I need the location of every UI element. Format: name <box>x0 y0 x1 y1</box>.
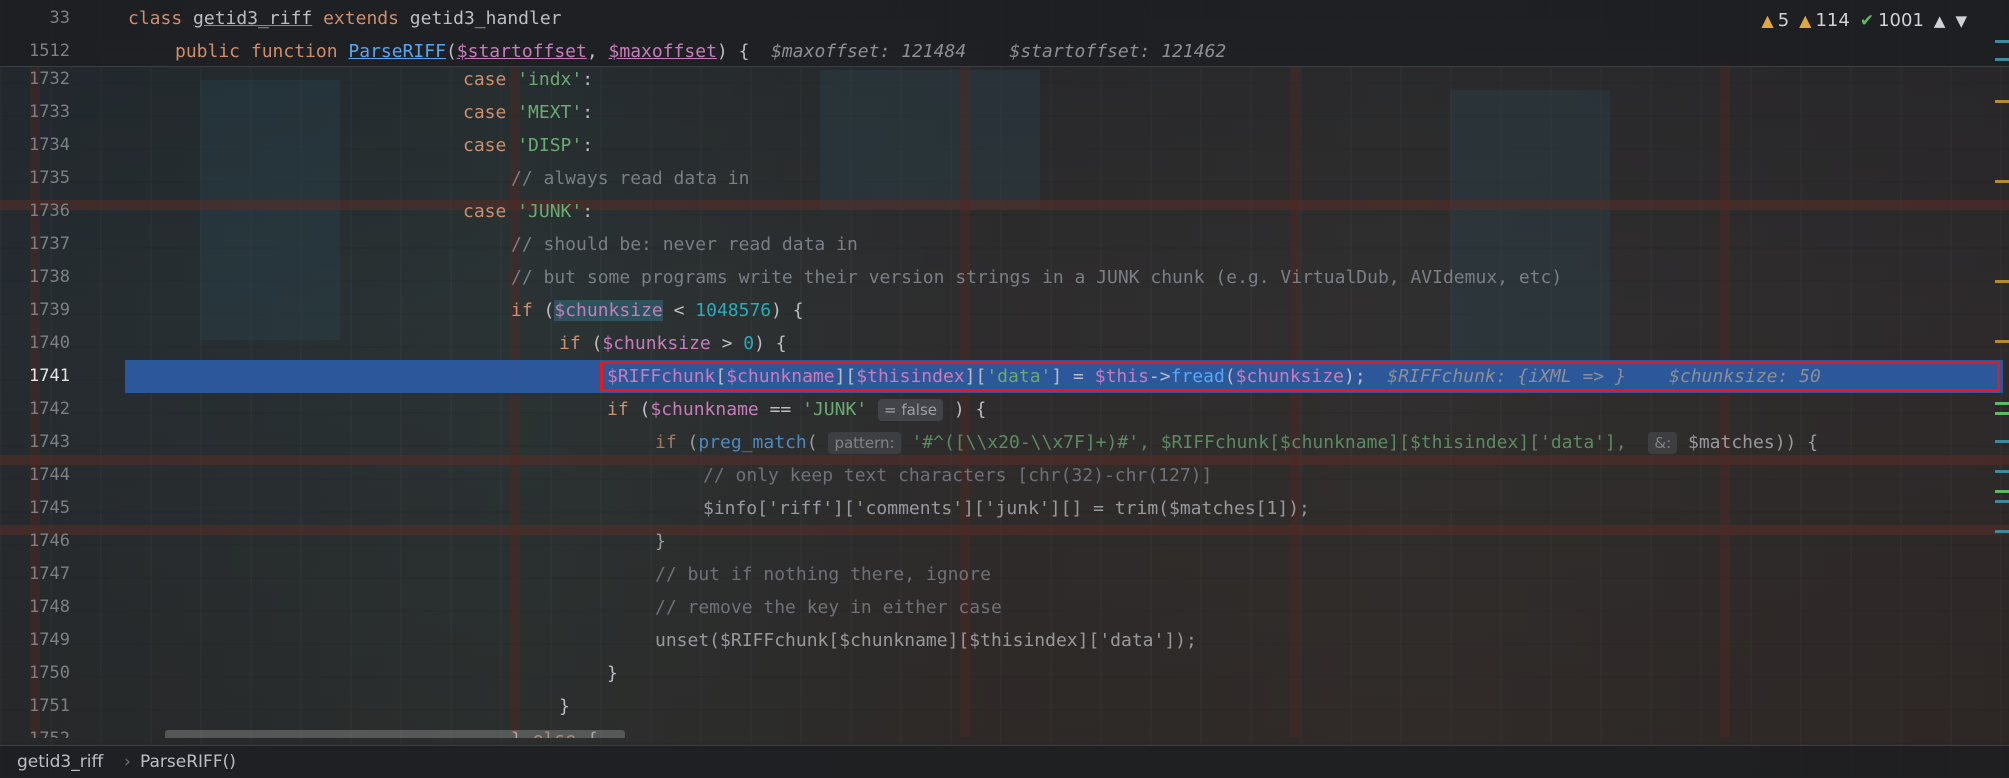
execution-point-line[interactable]: 1741 $RIFFchunk[$chunkname][$thisindex][… <box>0 360 2009 393</box>
code-line[interactable]: 1739 if ($chunksize < 1048576) { <box>0 294 2009 327</box>
error-count[interactable]: ▲ 5 <box>1761 10 1789 31</box>
ok-count[interactable]: ✔ 1001 <box>1860 10 1924 31</box>
line-number: 1742 <box>29 399 70 419</box>
next-highlight-icon[interactable]: ▼ <box>1955 12 1967 30</box>
warning-icon: ▲ <box>1799 11 1812 30</box>
code-comment: // remove the key in either case <box>655 597 1002 618</box>
code-line[interactable]: 1738 // but some programs write their ve… <box>0 261 2009 294</box>
line-number: 1744 <box>29 465 70 485</box>
code-line[interactable]: 1746 } <box>0 525 2009 558</box>
line-number: 1748 <box>29 597 70 617</box>
line-number: 1746 <box>29 531 70 551</box>
line-number: 1743 <box>29 432 70 452</box>
sticky-line-method[interactable]: 1512 public function ParseRIFF($startoff… <box>0 35 2009 68</box>
code-text: if ($chunkname == 'JUNK' = false ) { <box>607 399 987 421</box>
code-arguments: '#^([\\x20-\\x7F]+)#', $RIFFchunk[$chunk… <box>911 432 1627 453</box>
line-number: 1736 <box>29 201 70 221</box>
parameter-hint: &: <box>1648 432 1678 454</box>
line-number: 1512 <box>29 41 70 61</box>
warning-count[interactable]: ▲ 114 <box>1799 10 1850 31</box>
method-declaration: public function ParseRIFF($startoffset, … <box>175 41 1227 62</box>
code-text: if ($chunksize < 1048576) { <box>511 300 804 321</box>
line-number: 1749 <box>29 630 70 650</box>
code-line[interactable]: 1737 // should be: never read data in <box>0 228 2009 261</box>
code-text: $info['riff']['comments']['junk'][] = tr… <box>703 498 1310 519</box>
annotation-highlight-box <box>600 361 2000 392</box>
line-number: 1747 <box>29 564 70 584</box>
sticky-line-class[interactable]: 33 class getid3_riff extends getid3_hand… <box>0 2 2009 35</box>
code-line[interactable]: 1747 // but if nothing there, ignore <box>0 558 2009 591</box>
code-line[interactable]: 1751 } <box>0 690 2009 723</box>
line-number: 1733 <box>29 102 70 122</box>
code-arguments: $matches)) { <box>1688 432 1819 453</box>
parameter-hint: pattern: <box>828 432 901 454</box>
line-number: 1738 <box>29 267 70 287</box>
code-comment: // only keep text characters [chr(32)-ch… <box>703 465 1213 486</box>
inline-value-hint: = false <box>877 399 944 421</box>
line-number: 1750 <box>29 663 70 683</box>
error-stripe[interactable] <box>1993 30 2009 550</box>
code-line[interactable]: 1735 // always read data in <box>0 162 2009 195</box>
error-icon: ▲ <box>1761 11 1774 30</box>
code-line[interactable]: 1734 case 'DISP': <box>0 129 2009 162</box>
breadcrumb: getid3_riff › ParseRIFF() <box>0 745 2009 778</box>
code-line[interactable]: 1744 // only keep text characters [chr(3… <box>0 459 2009 492</box>
line-number: 33 <box>49 8 70 28</box>
code-text: unset($RIFFchunk[$chunkname][$thisindex]… <box>655 630 1197 651</box>
code-line[interactable]: 1748 // remove the key in either case <box>0 591 2009 624</box>
inspection-widget[interactable]: ▲ 5 ▲ 114 ✔ 1001 ▲ ▼ <box>1761 10 1967 31</box>
code-line[interactable]: 1743 if (preg_match( pattern: '#^([\\x20… <box>0 426 2009 459</box>
horizontal-scrollbar[interactable] <box>165 730 625 738</box>
class-declaration: class getid3_riff extends getid3_handler <box>128 8 562 29</box>
line-number: 1741 <box>29 366 70 386</box>
line-number: 1752 <box>0 723 70 738</box>
line-number: 1745 <box>29 498 70 518</box>
previous-highlight-icon[interactable]: ▲ <box>1934 12 1946 30</box>
code-line[interactable]: 1733 case 'MEXT': <box>0 96 2009 129</box>
code-line[interactable]: 1740 if ($chunksize > 0) { <box>0 327 2009 360</box>
code-comment: // but some programs write their version… <box>511 267 1563 288</box>
code-line[interactable]: 1732 case 'indx': <box>0 66 2009 96</box>
code-line[interactable]: 1749 unset($RIFFchunk[$chunkname][$thisi… <box>0 624 2009 657</box>
code-text: } <box>655 531 666 552</box>
code-line[interactable]: 1742 if ($chunkname == 'JUNK' = false ) … <box>0 393 2009 426</box>
line-number: 1734 <box>29 135 70 155</box>
code-text: case 'MEXT': <box>463 102 594 123</box>
code-line[interactable]: 1745 $info['riff']['comments']['junk'][]… <box>0 492 2009 525</box>
line-number: 1740 <box>29 333 70 353</box>
line-number: 1737 <box>29 234 70 254</box>
line-number: 1739 <box>29 300 70 320</box>
check-icon: ✔ <box>1859 10 1875 31</box>
breadcrumb-class[interactable]: getid3_riff <box>17 746 103 778</box>
code-text: case 'indx': <box>463 69 594 90</box>
code-text: if (preg_match( pattern: '#^([\\x20-\\x7… <box>655 432 1819 454</box>
code-text: case 'DISP': <box>463 135 594 156</box>
breadcrumb-method[interactable]: ParseRIFF() <box>140 746 236 778</box>
inline-debug-values: $maxoffset: 121484 $startoffset: 121462 <box>771 41 1227 62</box>
code-text: case 'JUNK': <box>463 201 594 222</box>
line-number: 1732 <box>29 69 70 89</box>
line-number: 1751 <box>29 696 70 716</box>
code-line[interactable]: 1736 case 'JUNK': <box>0 195 2009 228</box>
code-text: } <box>607 663 618 684</box>
code-editor[interactable]: 1732 case 'indx': 1733 case 'MEXT': 1734… <box>0 66 2009 738</box>
code-line[interactable]: 1750 } <box>0 657 2009 690</box>
code-comment: // but if nothing there, ignore <box>655 564 991 585</box>
code-text: if ($chunksize > 0) { <box>559 333 787 354</box>
line-number: 1735 <box>29 168 70 188</box>
code-comment: // always read data in <box>511 168 750 189</box>
sticky-scope-header: 33 class getid3_riff extends getid3_hand… <box>0 0 2009 67</box>
code-comment: // should be: never read data in <box>511 234 858 255</box>
chevron-right-icon: › <box>124 752 131 772</box>
code-text: } <box>559 696 570 717</box>
